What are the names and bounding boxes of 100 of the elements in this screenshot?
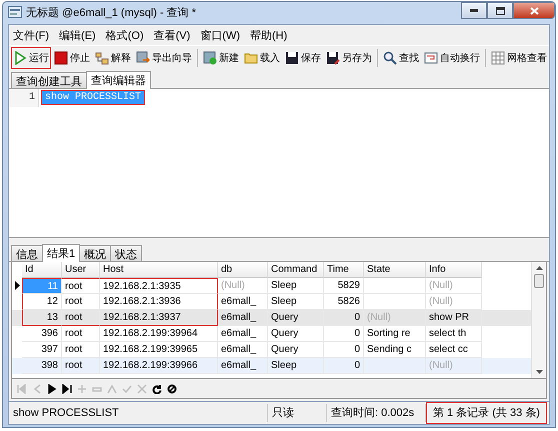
- new-icon: [203, 51, 217, 66]
- navigation-button[interactable]: [151, 384, 163, 394]
- table-cell: root: [62, 310, 100, 326]
- menu-item[interactable]: 查看(V): [154, 28, 190, 42]
- tab[interactable]: 信息: [11, 244, 43, 261]
- tab[interactable]: 状态: [110, 244, 142, 261]
- toolbar-button[interactable]: 载入: [242, 47, 282, 70]
- explain-icon: [95, 51, 109, 66]
- toolbar-button[interactable]: 运行: [11, 47, 51, 70]
- table-cell: e6mall_: [218, 358, 268, 374]
- table-cell: 398: [22, 358, 62, 374]
- sql-editor[interactable]: 1 show PROCESSLIST: [9, 88, 549, 238]
- table-cell: 0: [324, 358, 364, 374]
- table-cell: Query: [268, 326, 324, 342]
- table-cell: 0: [324, 326, 364, 342]
- table-cell: [364, 278, 426, 294]
- table-row[interactable]: 396 root 192.168.2.199:39964 e6mall_ Query 0 Sorting re select th: [12, 326, 531, 342]
- table-cell: 0: [324, 310, 364, 326]
- table-row[interactable]: 13 root 192.168.2.1:3937 e6mall_ Query 0 (Null) show PR: [12, 310, 531, 326]
- table-cell: 13: [22, 310, 62, 326]
- table-cell: 5829: [324, 278, 364, 294]
- status-text: 只读: [268, 404, 327, 422]
- save-icon: [285, 51, 299, 66]
- stop-icon: [54, 51, 68, 66]
- column-header[interactable]: User: [62, 262, 100, 278]
- table-cell: Query: [268, 310, 324, 326]
- first-icon: [17, 384, 27, 394]
- table-row[interactable]: 398 root 192.168.2.199:39966 e6mall_ Sleep 0 (Null): [12, 358, 531, 374]
- add-icon: [77, 384, 87, 394]
- tab[interactable]: 查询编辑器: [86, 70, 151, 89]
- grid-icon: [491, 51, 505, 66]
- last-icon: [62, 384, 72, 394]
- table-row[interactable]: 11 root 192.168.2.1:3935 (Null) Sleep 5829 (Null): [12, 278, 531, 294]
- table-cell: (Null): [364, 310, 426, 326]
- table-cell: 192.168.2.199:39966: [100, 358, 218, 374]
- table-cell: (Null): [426, 278, 482, 294]
- maximize-button[interactable]: [487, 2, 513, 19]
- column-header[interactable]: State: [364, 262, 426, 278]
- table-cell: 192.168.2.199:39964: [100, 326, 218, 342]
- menu-item[interactable]: 窗口(W): [200, 28, 240, 42]
- minimize-icon: [470, 9, 478, 12]
- column-header[interactable]: Time: [324, 262, 364, 278]
- toolbar-button[interactable]: 停止: [52, 47, 92, 70]
- minimize-button[interactable]: [461, 2, 487, 19]
- table-cell: e6mall_: [218, 310, 268, 326]
- tab[interactable]: 查询创建工具: [11, 72, 87, 88]
- column-header[interactable]: db: [218, 262, 268, 278]
- refresh-icon: [152, 384, 162, 394]
- status-text: 第 1 条记录 (共 33 条): [426, 402, 547, 424]
- table-cell: e6mall_: [218, 326, 268, 342]
- column-header[interactable]: Info: [426, 262, 482, 278]
- table-cell: select th: [426, 326, 482, 342]
- table-cell: root: [62, 326, 100, 342]
- close-icon: [530, 6, 538, 14]
- toolbar-button[interactable]: 新建: [201, 47, 241, 70]
- scroll-up-icon: [536, 266, 542, 270]
- column-header[interactable]: Id: [22, 262, 62, 278]
- table-cell: 396: [22, 326, 62, 342]
- toolbar-button[interactable]: 网格查看: [489, 47, 549, 70]
- table-cell: show PR: [426, 310, 482, 326]
- table-cell: root: [62, 358, 100, 374]
- toolbar-button[interactable]: 自动换行: [422, 47, 482, 70]
- app-icon: [8, 6, 22, 18]
- scroll-thumb[interactable]: [534, 274, 544, 288]
- status-text: 查询时间: 0.002s: [327, 404, 426, 422]
- table-cell: 11: [22, 278, 62, 294]
- navigation-button[interactable]: [46, 384, 58, 394]
- tab[interactable]: 结果1: [42, 244, 80, 262]
- window-title: 无标题 @e6mall_1 (mysql) - 查询 *: [26, 6, 196, 20]
- tab[interactable]: 概况: [79, 244, 112, 261]
- line-number: 1: [9, 88, 39, 107]
- wrap-icon: [424, 51, 438, 66]
- navigation-button[interactable]: [61, 384, 73, 394]
- scrollbar[interactable]: [531, 262, 546, 378]
- scroll-down-icon: [536, 370, 542, 374]
- menu-item[interactable]: 帮助(H): [250, 28, 288, 42]
- close-button[interactable]: [513, 2, 555, 19]
- folder-icon: [244, 51, 258, 66]
- table-cell: (Null): [218, 278, 268, 294]
- run-icon: [13, 51, 27, 66]
- menu-item[interactable]: 文件(F): [13, 28, 50, 42]
- table-cell: (Null): [426, 358, 482, 374]
- navigation-button[interactable]: [166, 384, 178, 394]
- menu-item[interactable]: 格式(O): [106, 28, 144, 42]
- toolbar-button[interactable]: 保存: [283, 47, 323, 70]
- save-as-icon: [326, 51, 340, 66]
- table-cell: Sleep: [268, 278, 324, 294]
- toolbar-button[interactable]: 另存为: [324, 47, 374, 70]
- cancel-icon: [137, 384, 147, 394]
- maximize-icon: [496, 6, 504, 14]
- export-icon: [136, 51, 150, 66]
- search-icon: [383, 51, 397, 66]
- menu-item[interactable]: 编辑(E): [59, 28, 96, 42]
- column-header[interactable]: Host: [100, 262, 218, 278]
- column-header[interactable]: Command: [268, 262, 324, 278]
- table-cell: Sorting re: [364, 326, 426, 342]
- toolbar-button[interactable]: 查找: [381, 47, 421, 70]
- toolbar-button[interactable]: 解释: [93, 47, 133, 70]
- toolbar-button[interactable]: 导出向导: [134, 47, 194, 70]
- apply-icon: [122, 384, 132, 394]
